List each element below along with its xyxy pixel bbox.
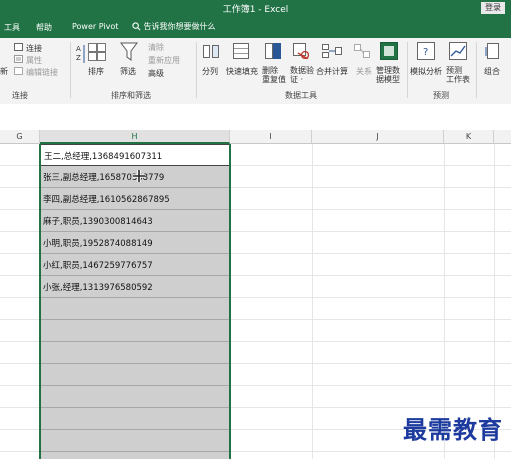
cell-text: 张三,副总经理,1658703​68779	[43, 173, 165, 183]
data-validation-icon	[293, 43, 310, 61]
properties-button[interactable]: 属性	[26, 55, 42, 66]
group-icon	[485, 42, 501, 62]
column-header-i[interactable]: I	[230, 130, 312, 144]
cell-h10[interactable]	[40, 342, 230, 364]
cell-h14[interactable]	[40, 430, 230, 452]
cell-h13[interactable]	[40, 408, 230, 430]
cell-text: 小明,职员,1952874088149	[43, 239, 153, 249]
cell-text: 王二,总经理,13684916073​11	[44, 152, 163, 162]
cell-h3[interactable]: 李四,副总经理,1610562867895	[40, 188, 230, 210]
properties-icon	[14, 55, 23, 65]
tell-me-search[interactable]: 告诉我你想要做什么	[132, 21, 216, 32]
manage-data-model-button[interactable]: 管理数 据模型	[376, 66, 400, 84]
ribbon-separator	[476, 42, 477, 98]
text-to-columns-button[interactable]: 分列	[202, 66, 218, 77]
tab-tools[interactable]: 工具	[4, 22, 20, 33]
remove-duplicates-icon	[265, 43, 281, 61]
cell-h7[interactable]: 小张,经理,1313976580592	[40, 276, 230, 298]
cell-text: 麻子,职员,1390300814643	[43, 217, 153, 227]
consolidate-icon	[322, 44, 342, 60]
tell-me-label: 告诉我你想要做什么	[143, 22, 216, 31]
cell-h8[interactable]	[40, 298, 230, 320]
relationships-icon	[354, 44, 370, 60]
text-to-columns-icon	[203, 43, 219, 61]
column-header-j[interactable]: J	[312, 130, 444, 144]
filter-button[interactable]: 筛选	[120, 66, 136, 77]
gridline	[312, 144, 313, 459]
what-if-analysis-icon: ?	[417, 42, 435, 62]
cell-h5[interactable]: 小明,职员,1952874088149	[40, 232, 230, 254]
selection-border-left	[39, 144, 41, 459]
sort-filter-group-label: 排序和筛选	[111, 91, 151, 100]
advanced-filter-button[interactable]: 高级	[148, 68, 164, 79]
cell-text: 小张,经理,1313976580592	[43, 283, 153, 293]
edit-links-icon	[14, 67, 23, 77]
ribbon-separator	[70, 42, 71, 98]
what-if-analysis-button[interactable]: 模拟分析	[410, 66, 442, 77]
title-bar: 工作簿1 - Excel 登录	[0, 0, 511, 16]
connections-icon	[14, 43, 23, 53]
window-title: 工作簿1 - Excel	[222, 5, 289, 15]
cell-h12[interactable]	[40, 386, 230, 408]
edit-links-button[interactable]: 编辑链接	[26, 67, 58, 78]
flash-fill-button[interactable]: 快速填充	[226, 66, 258, 77]
search-icon	[132, 22, 141, 31]
column-header-h[interactable]: H	[40, 130, 230, 144]
cell-text: 李四,副总经理,1610562867895	[43, 195, 170, 205]
active-cell[interactable]: 王二,总经理,13684916073​11	[40, 144, 230, 166]
selected-column-h[interactable]: 张三,副总经理,1658703​68779 李四,副总经理,1610562867…	[40, 144, 230, 459]
cell-h4[interactable]: 麻子,职员,1390300814643	[40, 210, 230, 232]
reapply-button[interactable]: 重新应用	[148, 55, 180, 66]
new-query-clipped[interactable]: 新	[0, 66, 8, 77]
cell-h11[interactable]	[40, 364, 230, 386]
cell-text: 小红,职员,1467259776757	[43, 261, 153, 271]
svg-text:A: A	[76, 45, 81, 53]
group-button[interactable]: 组合	[484, 66, 500, 77]
data-tools-group-label: 数据工具	[285, 91, 317, 100]
cell-h9[interactable]	[40, 320, 230, 342]
forecast-sheet-icon	[449, 42, 467, 62]
relationships-button[interactable]: 关系	[356, 66, 372, 77]
remove-duplicates-button[interactable]: 删除 重复值	[262, 66, 286, 84]
formula-bar[interactable]	[0, 104, 511, 131]
data-validation-button[interactable]: 数据验 证 ·	[290, 66, 314, 84]
connections-group-label: 连接	[12, 91, 28, 100]
forecast-sheet-button[interactable]: 预测 工作表	[446, 66, 470, 84]
manage-data-model-icon	[380, 42, 398, 62]
watermark-logo: 最需教育	[403, 415, 503, 444]
svg-text:Z: Z	[76, 54, 81, 62]
consolidate-button[interactable]: 合并计算	[316, 66, 348, 77]
filter-icon	[120, 42, 138, 64]
ribbon-tab-bar: 工具 帮助 Power Pivot 告诉我你想要做什么	[0, 16, 511, 38]
ribbon-separator	[407, 42, 408, 98]
sort-dialog-icon	[88, 43, 106, 63]
sort-az-icon[interactable]: AZ	[76, 43, 86, 67]
cell-h6[interactable]: 小红,职员,1467259776757	[40, 254, 230, 276]
connections-button[interactable]: 连接	[26, 43, 42, 54]
login-button[interactable]: 登录	[481, 2, 505, 14]
cursor-cross-icon	[133, 170, 145, 184]
forecast-group-label: 预测	[433, 91, 449, 100]
column-header-l[interactable]	[494, 130, 511, 144]
selection-border-right	[229, 144, 231, 459]
clear-filter-button[interactable]: 清除	[148, 42, 164, 53]
tab-power-pivot[interactable]: Power Pivot	[72, 22, 118, 31]
flash-fill-icon	[233, 43, 249, 61]
tab-help[interactable]: 帮助	[36, 22, 52, 33]
svg-text:?: ?	[423, 47, 428, 58]
column-header-k[interactable]: K	[444, 130, 494, 144]
sort-button[interactable]: 排序	[88, 66, 104, 77]
column-header-g[interactable]: G	[0, 130, 40, 144]
ribbon: 新 连接 属性 编辑链接 连接 AZ 排序 筛选 清除 重新应用 高级 排序和筛…	[0, 38, 511, 105]
ribbon-separator	[196, 42, 197, 98]
